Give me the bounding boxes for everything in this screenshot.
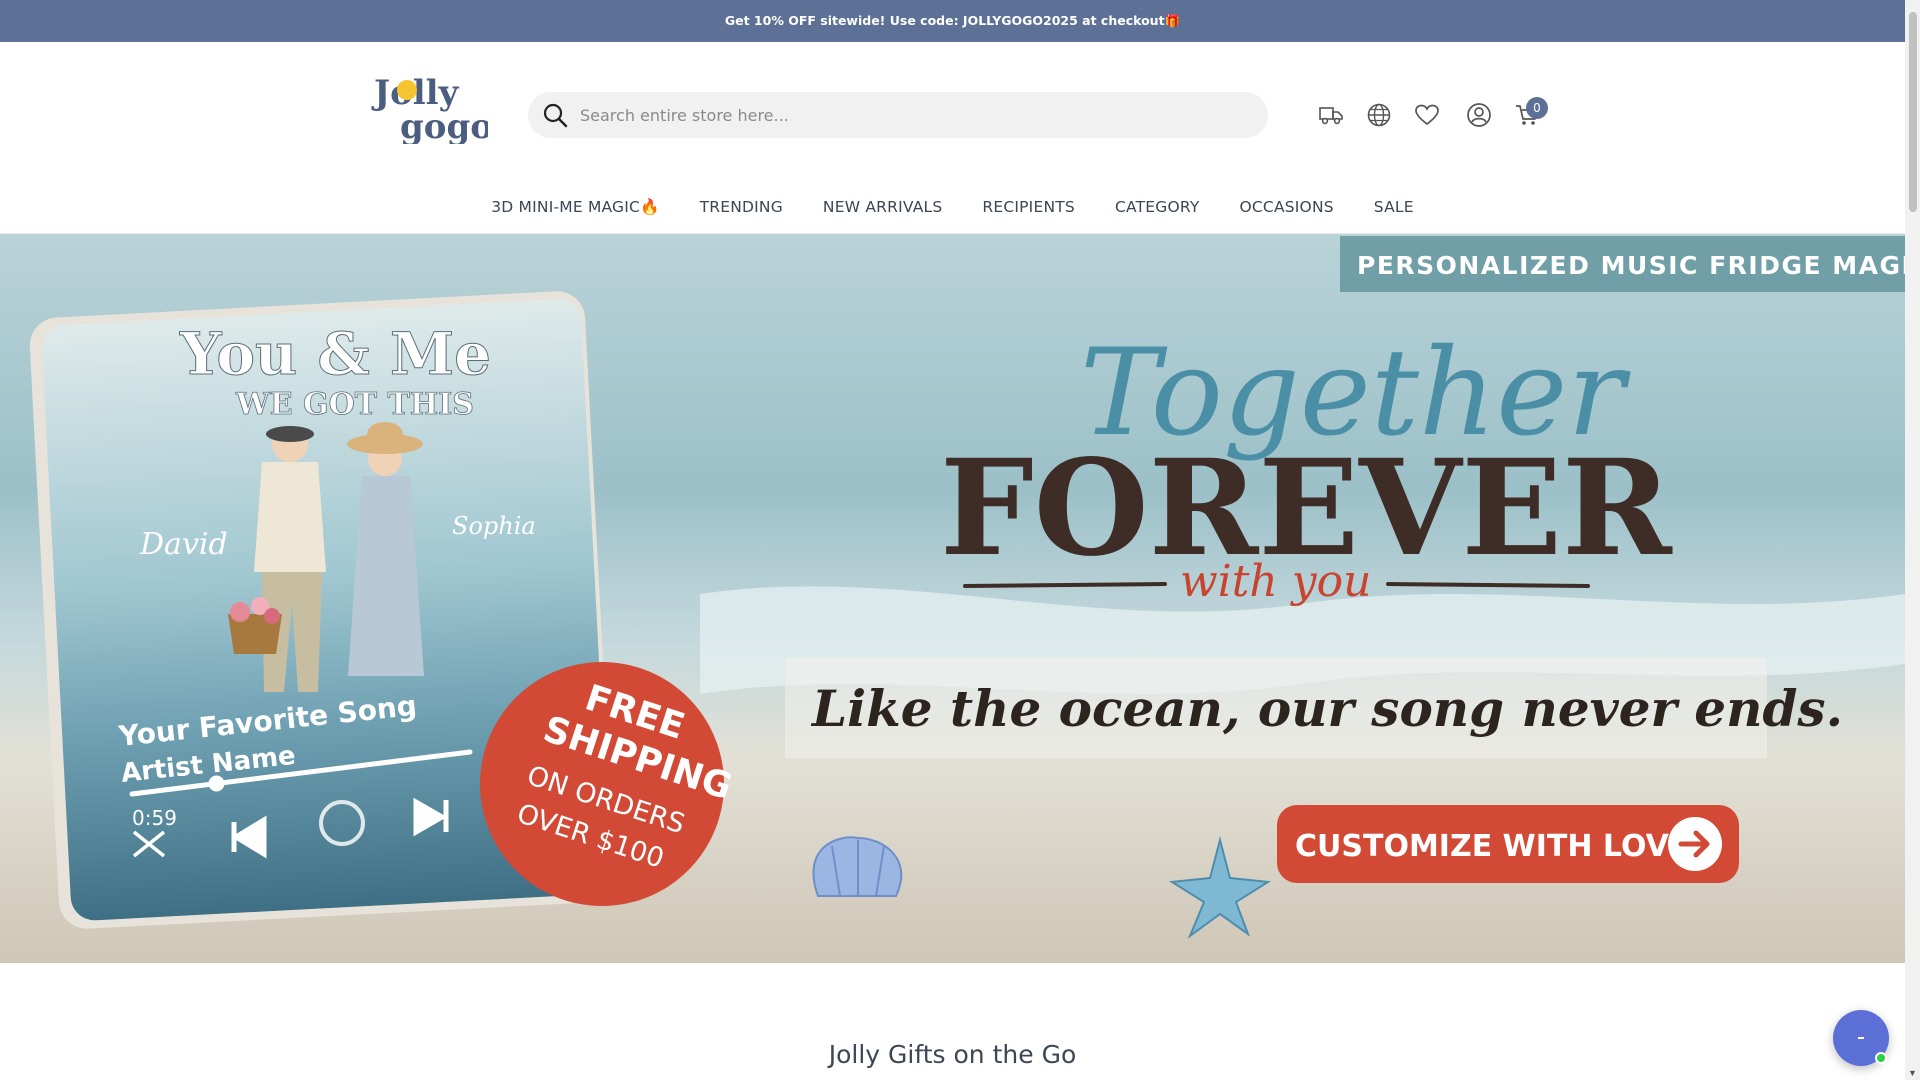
announcement-bar: Get 10% OFF sitewide! Use code: JOLLYGOG…	[0, 0, 1905, 42]
nav-item-trending[interactable]: TRENDING	[700, 198, 783, 216]
magnet-title-line1: You & Me	[179, 320, 491, 388]
hero-tagline: Like the ocean, our song never ends.	[810, 679, 1843, 738]
divider-right	[1386, 582, 1590, 588]
magnet-title-line2: WE GOT THIS	[235, 387, 474, 422]
magnet-name-left: David	[139, 527, 228, 562]
magnet-progress-knob	[208, 775, 225, 792]
magnet-name-right: Sophia	[452, 512, 536, 540]
search-input[interactable]	[580, 105, 1180, 125]
search-bar[interactable]	[528, 92, 1268, 138]
announcement-text: Get 10% OFF sitewide! Use code: JOLLYGOG…	[724, 13, 1181, 28]
section-title: Jolly Gifts on the Go	[828, 1040, 1077, 1069]
product-tag: PERSONALIZED MUSIC FRIDGE MAGNET	[1357, 251, 1905, 280]
nav-item-recipients[interactable]: RECIPIENTS	[982, 198, 1075, 216]
customize-button-label: CUSTOMIZE WITH LOVE	[1295, 829, 1689, 864]
online-status-dot	[1875, 1052, 1887, 1064]
main-nav: 3D MINI-ME MAGIC🔥 TRENDING NEW ARRIVALS …	[0, 192, 1905, 222]
scrollbar[interactable]: ▼	[1905, 0, 1920, 1080]
logo-text-bottom: gogo	[400, 107, 488, 144]
hero-with-you: with you	[1180, 556, 1371, 607]
logo[interactable]: Jolly gogo	[370, 68, 493, 147]
nav-item-occasions[interactable]: OCCASIONS	[1240, 198, 1334, 216]
chat-button[interactable]	[1833, 1010, 1889, 1066]
heart-icon[interactable]	[1414, 102, 1440, 128]
search-icon[interactable]	[542, 102, 568, 128]
nav-item-new-arrivals[interactable]: NEW ARRIVALS	[823, 198, 942, 216]
scroll-down-icon[interactable]: ▼	[1905, 1068, 1920, 1078]
divider-left	[963, 582, 1167, 588]
chat-icon	[1858, 1037, 1864, 1039]
nav-item-category[interactable]: CATEGORY	[1115, 198, 1200, 216]
nav-item-3d-mini-me[interactable]: 3D MINI-ME MAGIC🔥	[491, 198, 659, 216]
hero-banner[interactable]: You & Me WE GOT THIS David Sophia Your F…	[0, 234, 1905, 963]
smiley-icon	[397, 80, 417, 100]
truck-icon[interactable]	[1318, 102, 1344, 128]
cart-count-badge: 0	[1526, 97, 1548, 119]
nav-item-sale[interactable]: SALE	[1374, 198, 1414, 216]
scrollbar-thumb[interactable]	[1909, 12, 1917, 212]
magnet-time: 0:59	[132, 806, 177, 830]
customize-button[interactable]: CUSTOMIZE WITH LOVE	[1277, 805, 1739, 883]
site-header: Jolly gogo 0 3D MINI-M	[0, 42, 1905, 234]
globe-icon[interactable]	[1366, 102, 1392, 128]
account-icon[interactable]	[1466, 102, 1492, 128]
